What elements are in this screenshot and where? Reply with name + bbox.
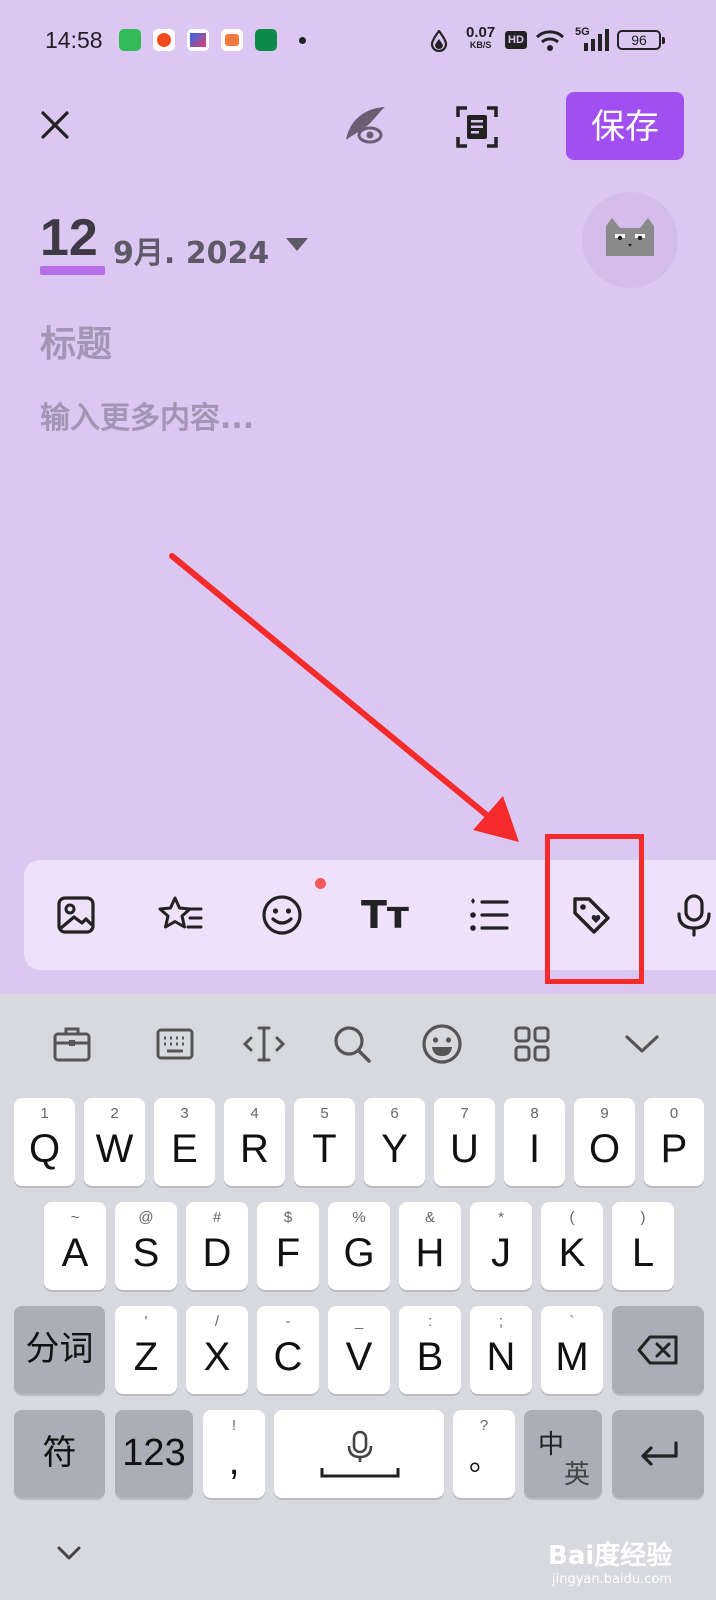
key-t[interactable]: 5T: [294, 1098, 355, 1186]
emoji-button[interactable]: [242, 860, 322, 970]
template-button[interactable]: [140, 860, 220, 970]
keyboard-icon: [156, 1028, 194, 1060]
key-v[interactable]: _ V: [328, 1306, 390, 1394]
chevron-down-icon: [625, 1035, 659, 1053]
voice-input-button[interactable]: [654, 860, 716, 970]
lang-chinese-label: 中: [538, 1430, 565, 1460]
list-icon: [470, 898, 509, 931]
language-switch-key[interactable]: 中 英: [524, 1410, 602, 1498]
key-g[interactable]: % G: [328, 1202, 390, 1290]
cursor-move-button[interactable]: [242, 1022, 286, 1066]
grid-icon: [514, 1026, 550, 1062]
key-i[interactable]: 8I: [504, 1098, 565, 1186]
backspace-icon: [637, 1335, 678, 1365]
enter-icon: [641, 1441, 678, 1466]
key-q[interactable]: 1Q: [14, 1098, 75, 1186]
period-key[interactable]: ?。: [453, 1410, 515, 1498]
key-d[interactable]: # D: [186, 1202, 248, 1290]
key-h[interactable]: & H: [399, 1202, 461, 1290]
space-key[interactable]: [274, 1410, 444, 1498]
keyboard-apps-button[interactable]: [510, 1022, 554, 1066]
star-list-icon: [158, 896, 203, 929]
key-l[interactable]: ) L: [612, 1202, 674, 1290]
key-k[interactable]: (K: [541, 1202, 603, 1290]
key-x[interactable]: / X: [186, 1306, 248, 1394]
key-u[interactable]: 7U: [434, 1098, 495, 1186]
key-y[interactable]: 6Y: [364, 1098, 425, 1186]
key-p[interactable]: 0P: [644, 1098, 704, 1186]
segment-key[interactable]: 分词: [14, 1306, 105, 1394]
microphone-icon: [677, 894, 711, 937]
hide-keyboard-button[interactable]: [620, 1022, 664, 1066]
keyboard-search-button[interactable]: [330, 1022, 374, 1066]
baidu-watermark: Bai度经验 jingyan.baidu.com: [548, 1541, 673, 1587]
toolbox-icon: [53, 1027, 91, 1062]
insert-image-button[interactable]: [36, 860, 116, 970]
keyboard: [0, 994, 716, 1600]
key-a[interactable]: ~ A: [44, 1202, 106, 1290]
key-e[interactable]: 3E: [154, 1098, 215, 1186]
key-r[interactable]: 4R: [224, 1098, 285, 1186]
text-cursor-icon: [242, 1026, 286, 1062]
key-o[interactable]: 9O: [574, 1098, 635, 1186]
lang-english-label: 英: [564, 1460, 591, 1490]
emoji-icon: [262, 895, 302, 935]
key-z[interactable]: ' Z: [115, 1306, 177, 1394]
numbers-key[interactable]: 123: [115, 1410, 193, 1498]
emoji-icon: [422, 1024, 462, 1064]
keyboard-layout-button[interactable]: [153, 1022, 197, 1066]
key-n[interactable]: ; N: [470, 1306, 532, 1394]
voice-space-icon: [320, 1430, 400, 1478]
enter-key[interactable]: [612, 1410, 704, 1498]
backspace-key[interactable]: [612, 1306, 704, 1394]
symbols-key[interactable]: 符: [14, 1410, 105, 1498]
search-icon: [334, 1026, 371, 1063]
keyboard-emoji-button[interactable]: [420, 1022, 464, 1066]
comma-key[interactable]: !,: [203, 1410, 265, 1498]
key-w[interactable]: 2W: [84, 1098, 145, 1186]
key-c[interactable]: -C: [257, 1306, 319, 1394]
annotation-highlight-box: [545, 834, 644, 984]
key-f[interactable]: $ F: [257, 1202, 319, 1290]
image-icon: [57, 896, 95, 934]
chevron-down-icon[interactable]: [56, 1545, 82, 1561]
key-s[interactable]: @ S: [115, 1202, 177, 1290]
key-b[interactable]: :B: [399, 1306, 461, 1394]
key-m[interactable]: ` M: [541, 1306, 603, 1394]
text-size-button[interactable]: Tт: [345, 860, 425, 970]
text-size-icon: Tт: [361, 893, 409, 937]
key-j[interactable]: * J: [470, 1202, 532, 1290]
new-badge-dot: [315, 878, 326, 889]
list-button[interactable]: [448, 860, 528, 970]
keyboard-toolbox-button[interactable]: [50, 1022, 94, 1066]
